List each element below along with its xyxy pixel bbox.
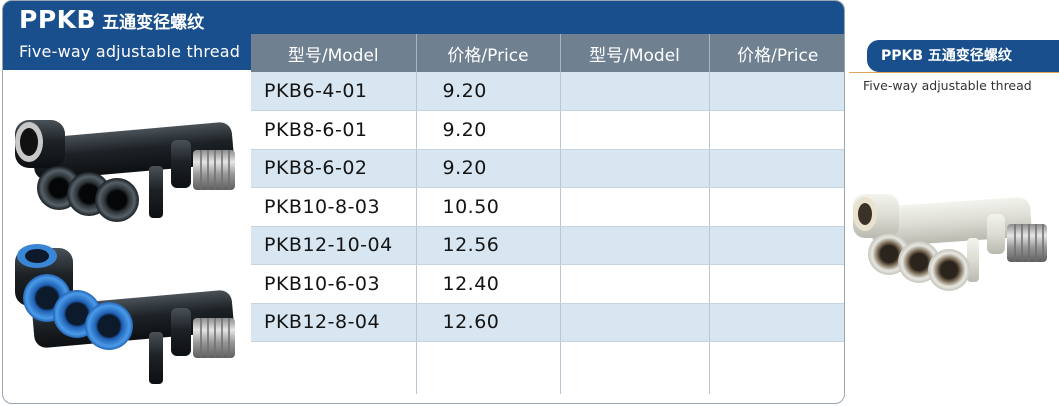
price-cell: 9.20: [416, 110, 561, 150]
empty-cell: [251, 341, 417, 394]
empty-cell: [709, 341, 844, 394]
column-header-model-2: 型号/Model: [560, 34, 710, 72]
product-photos: [15, 120, 235, 384]
black-five-way-fitting-image: [15, 120, 235, 222]
empty-cell: [560, 149, 710, 188]
model-cell: PKB8-6-02: [251, 149, 417, 188]
empty-cell: [709, 72, 844, 111]
table-row: PKB10-8-03 10.50: [251, 187, 844, 227]
column-header-price: 价格/Price: [416, 34, 561, 72]
model-cell: PKB10-6-03: [251, 264, 417, 304]
blue-five-way-fitting-image: [15, 244, 235, 384]
table-row: PKB8-6-02 9.20: [251, 149, 844, 188]
empty-cell: [560, 187, 710, 227]
divider: [849, 72, 1059, 73]
model-cell: PKB12-10-04: [251, 226, 417, 265]
empty-cell: [709, 110, 844, 150]
model-cell: PKB6-4-01: [251, 72, 417, 111]
related-product-subtitle: Five-way adjustable thread: [863, 78, 1032, 93]
model-cell: PKB12-8-04: [251, 303, 417, 342]
related-product-card: PPKB 五通变径螺纹 Five-way adjustable thread: [849, 0, 1059, 404]
price-cell: 12.60: [416, 303, 561, 342]
table-header-row: 型号/Model 价格/Price 型号/Model 价格/Price: [251, 34, 844, 72]
price-cell: 12.56: [416, 226, 561, 265]
empty-cell: [709, 264, 844, 304]
table-row: PKB8-6-01 9.20: [251, 110, 844, 150]
empty-cell: [560, 264, 710, 304]
model-cell: PKB10-8-03: [251, 187, 417, 227]
column-header-price-2: 价格/Price: [709, 34, 844, 72]
empty-cell: [709, 226, 844, 265]
title-block: PPKB 五通变径螺纹 Five-way adjustable thread: [3, 1, 251, 70]
price-cell: 10.50: [416, 187, 561, 227]
empty-cell: [416, 341, 561, 394]
empty-cell: [560, 72, 710, 111]
empty-cell: [709, 149, 844, 188]
table-blank-row: [251, 341, 844, 394]
empty-cell: [560, 110, 710, 150]
table-row: PKB10-6-03 12.40: [251, 264, 844, 304]
product-code: PPKB: [19, 5, 97, 34]
price-cell: 12.40: [416, 264, 561, 304]
white-five-way-fitting-image: [853, 194, 1047, 291]
price-cell: 9.20: [416, 72, 561, 111]
model-cell: PKB8-6-01: [251, 110, 417, 150]
empty-cell: [560, 341, 710, 394]
price-table: 型号/Model 价格/Price 型号/Model 价格/Price PKB6…: [251, 34, 844, 394]
empty-cell: [709, 303, 844, 342]
related-product-title: PPKB 五通变径螺纹: [867, 40, 1059, 72]
table-row: PKB6-4-01 9.20: [251, 72, 844, 111]
product-name-cn: 五通变径螺纹: [102, 13, 205, 33]
product-title: PPKB 五通变径螺纹: [19, 5, 204, 34]
empty-cell: [560, 226, 710, 265]
table-row: PKB12-10-04 12.56: [251, 226, 844, 265]
price-cell: 9.20: [416, 149, 561, 188]
product-name-en: Five-way adjustable thread: [19, 42, 241, 61]
empty-cell: [560, 303, 710, 342]
table-row: PKB12-8-04 12.60: [251, 303, 844, 342]
product-card: PPKB 五通变径螺纹 Five-way adjustable thread 型…: [2, 0, 845, 404]
empty-cell: [709, 187, 844, 227]
column-header-model: 型号/Model: [251, 34, 417, 72]
